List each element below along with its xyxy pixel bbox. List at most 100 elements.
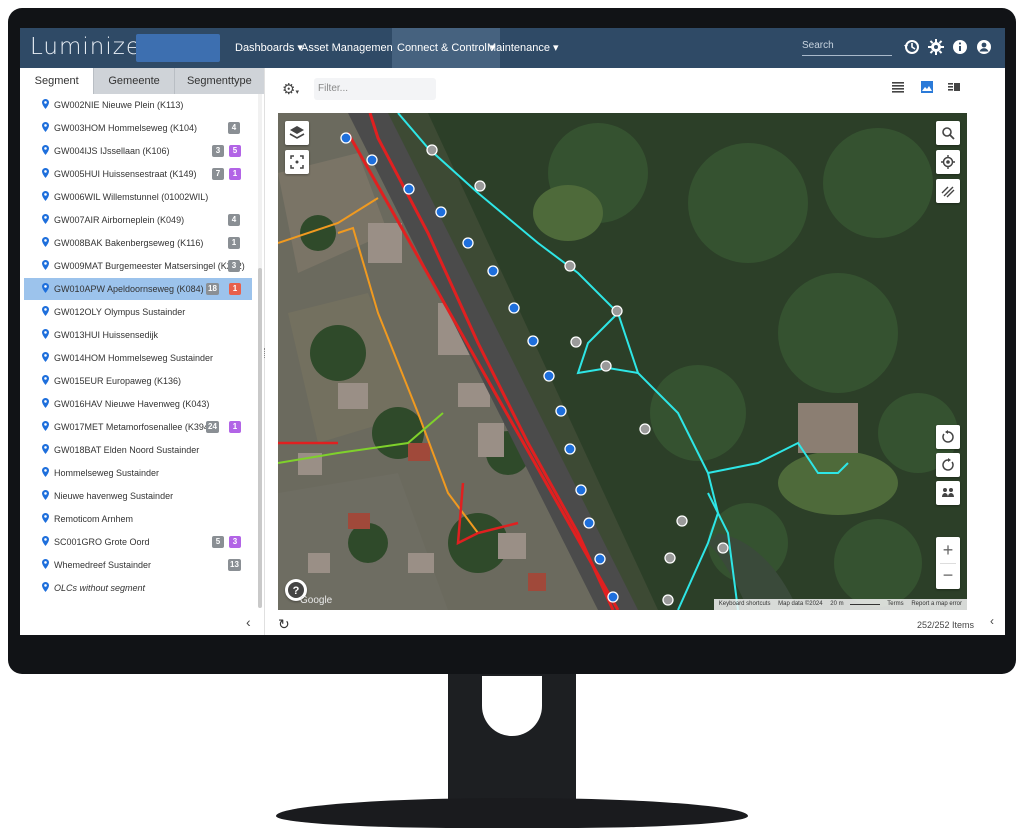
segment-list-item[interactable]: SC001GRO Grote Oord 5 3 [24, 531, 252, 553]
info-icon[interactable] [951, 38, 969, 56]
device-count-badge: 18 [206, 283, 219, 295]
google-watermark: Google [300, 595, 333, 606]
locate-icon[interactable] [936, 150, 960, 174]
settings-dropdown-icon[interactable]: ⚙▾ [282, 80, 299, 98]
segment-list-item[interactable]: OLCs without segment [24, 577, 252, 599]
stand-cable-hole [482, 676, 542, 736]
collapse-panel-button[interactable]: ‹ [246, 614, 251, 630]
collapse-right-button[interactable]: ‹ [990, 614, 994, 628]
location-pin-icon [42, 536, 49, 546]
map-data-text: Map data ©2024 [778, 601, 823, 607]
segment-tabs: Segment Gemeente Segmenttype [20, 68, 264, 94]
segment-list-item[interactable]: GW004IJS IJssellaan (K106) 3 5 [24, 140, 252, 162]
segment-list-item[interactable]: GW006WIL Willemstunnel (01002WIL) [24, 186, 252, 208]
segment-label: Nieuwe havenweg Sustainder [54, 491, 174, 501]
keyboard-shortcuts-link[interactable]: Keyboard shortcuts [719, 601, 771, 607]
segment-list-item[interactable]: GW012OLY Olympus Sustainder [24, 301, 252, 323]
location-pin-icon [42, 168, 49, 178]
segment-list-item[interactable]: GW018BAT Elden Noord Sustainder [24, 439, 252, 461]
tab-segmenttype[interactable]: Segmenttype [173, 68, 264, 94]
map-view-icon[interactable] [920, 80, 934, 94]
zoom-in-button[interactable]: + [936, 537, 960, 563]
segment-list-item[interactable]: GW013HUI Huissensedijk [24, 324, 252, 346]
tab-gemeente[interactable]: Gemeente [93, 68, 174, 94]
rotate-left-icon[interactable] [936, 425, 960, 449]
segment-label: GW008BAK Bakenbergseweg (K116) [54, 238, 204, 248]
split-view-icon[interactable] [947, 80, 961, 94]
device-count-badge: 4 [228, 122, 240, 134]
location-pin-icon [42, 513, 49, 523]
app-screen: Luminizer Dashboards ▾ Asset Management … [20, 28, 1005, 635]
segment-list-item[interactable]: GW017MET Metamorfosenallee (K394) 24 1 [24, 416, 252, 438]
location-pin-icon [42, 421, 49, 431]
device-count-badge: 3 [212, 145, 224, 157]
segment-list-item[interactable]: GW003HOM Hommelseweg (K104) 4 [24, 117, 252, 139]
location-pin-icon [42, 559, 49, 569]
search-input[interactable]: Search [802, 40, 892, 56]
alarm-count-badge: 1 [229, 283, 241, 295]
street-view-icon[interactable] [936, 481, 960, 505]
report-error-link[interactable]: Report a map error [911, 601, 962, 607]
segment-label: GW006WIL Willemstunnel (01002WIL) [54, 192, 209, 202]
segment-list-item[interactable]: GW005HUI Huissensestraat (K149) 7 1 [24, 163, 252, 185]
fit-bounds-icon[interactable] [285, 150, 309, 174]
hatch-overlay-icon[interactable] [936, 179, 960, 203]
segment-list-item[interactable]: GW008BAK Bakenbergseweg (K116) 1 [24, 232, 252, 254]
segment-list-item[interactable]: Whemedreef Sustainder 13 [24, 554, 252, 576]
tab-segment[interactable]: Segment [20, 68, 94, 94]
app-logo[interactable]: Luminizer [30, 34, 151, 60]
location-pin-icon [42, 122, 49, 132]
segment-list-item[interactable]: GW016HAV Nieuwe Havenweg (K043) [24, 393, 252, 415]
segment-label: GW002NIE Nieuwe Plein (K113) [54, 100, 184, 110]
warning-count-badge: 5 [229, 145, 241, 157]
segment-list-item[interactable]: Remoticom Arnhem [24, 508, 252, 530]
refresh-icon[interactable]: ↻ [278, 616, 290, 633]
list-scrollbar-thumb[interactable] [258, 268, 262, 608]
location-pin-icon [42, 145, 49, 155]
location-pin-icon [42, 490, 49, 500]
segment-list-item[interactable]: GW014HOM Hommelseweg Sustainder [24, 347, 252, 369]
warning-count-badge: 1 [229, 168, 241, 180]
segment-list-item[interactable]: GW015EUR Europaweg (K136) [24, 370, 252, 392]
scale-label: 20 m [830, 601, 844, 607]
layers-icon[interactable] [285, 121, 309, 145]
user-icon[interactable] [975, 38, 993, 56]
list-view-icon[interactable] [891, 80, 905, 94]
segment-list-item[interactable]: GW007AIR Airborneplein (K049) 4 [24, 209, 252, 231]
device-count-badge: 24 [206, 421, 219, 433]
location-pin-icon [42, 444, 49, 454]
gear-icon[interactable] [927, 38, 945, 56]
location-pin-icon [42, 467, 49, 477]
terms-link[interactable]: Terms [887, 601, 903, 607]
segment-label: GW004IJS IJssellaan (K106) [54, 146, 170, 156]
segment-list-item[interactable]: GW009MAT Burgemeester Matsersingel (K292… [24, 255, 252, 277]
menu-maintenance[interactable]: Maintenance ▾ [482, 28, 564, 68]
segment-panel: Segment Gemeente Segmenttype GW002NIE Ni… [20, 68, 265, 635]
map-canvas[interactable] [278, 113, 967, 610]
segment-list-item[interactable]: Nieuwe havenweg Sustainder [24, 485, 252, 507]
device-count-badge: 1 [228, 237, 240, 249]
warning-count-badge: 3 [229, 536, 241, 548]
segment-label: GW003HOM Hommelseweg (K104) [54, 123, 198, 133]
zoom-out-button[interactable]: − [936, 563, 960, 589]
location-pin-icon [42, 329, 49, 339]
customer-logo-placeholder [136, 34, 220, 62]
satellite-map[interactable]: + − ? Google Keyboard shortcuts Map data… [278, 113, 967, 610]
segment-list-item[interactable]: Hommelseweg Sustainder [24, 462, 252, 484]
segment-label: GW009MAT Burgemeester Matsersingel (K292… [54, 261, 245, 271]
segment-label: GW016HAV Nieuwe Havenweg (K043) [54, 399, 210, 409]
top-navbar: Luminizer Dashboards ▾ Asset Management … [20, 28, 1005, 68]
map-search-icon[interactable] [936, 121, 960, 145]
segment-label: GW014HOM Hommelseweg Sustainder [54, 353, 214, 363]
location-pin-icon [42, 306, 49, 316]
location-pin-icon [42, 214, 49, 224]
history-icon[interactable] [903, 38, 921, 56]
segment-list-item[interactable]: GW010APW Apeldoornseweg (K084) 18 1 [24, 278, 252, 300]
segment-list-item[interactable]: GW002NIE Nieuwe Plein (K113) [24, 94, 252, 116]
location-pin-icon [42, 99, 49, 109]
segment-label: GW012OLY Olympus Sustainder [54, 307, 186, 317]
location-pin-icon [42, 375, 49, 385]
rotate-right-icon[interactable] [936, 453, 960, 477]
segment-label: Remoticom Arnhem [54, 514, 134, 524]
filter-input[interactable]: Filter... [314, 78, 436, 100]
